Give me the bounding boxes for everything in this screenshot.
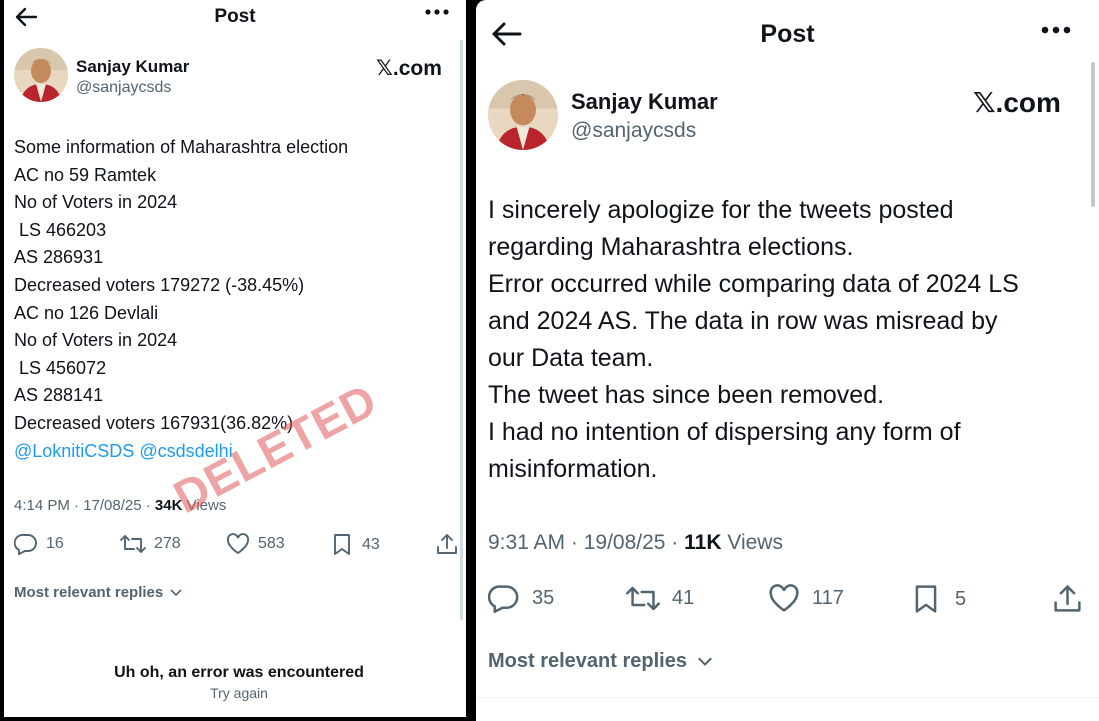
avatar[interactable] bbox=[14, 48, 68, 102]
share-icon bbox=[1054, 585, 1081, 612]
repost-button[interactable]: 278 bbox=[120, 533, 181, 555]
repost-icon bbox=[120, 535, 146, 553]
like-count: 583 bbox=[258, 535, 285, 552]
views-label: Views bbox=[721, 531, 783, 554]
author-handle[interactable]: @sanjaycsds bbox=[571, 119, 696, 143]
chevron-down-icon bbox=[697, 657, 712, 666]
repost-count: 278 bbox=[154, 535, 181, 552]
chevron-down-icon bbox=[170, 589, 182, 597]
reply-button[interactable]: 35 bbox=[488, 584, 554, 613]
share-button[interactable] bbox=[1053, 584, 1082, 618]
post-line: LS 466203 bbox=[14, 219, 107, 240]
reply-button[interactable]: 16 bbox=[14, 533, 64, 555]
views-count: 11K bbox=[684, 531, 722, 554]
brand-watermark: 𝕏.com bbox=[376, 57, 442, 80]
reply-icon bbox=[488, 585, 519, 613]
divider bbox=[476, 697, 1099, 698]
scrollbar[interactable] bbox=[1091, 62, 1095, 207]
post-line: regarding Maharashtra elections. bbox=[488, 233, 854, 261]
post-line: our Data team. bbox=[488, 344, 654, 372]
more-options-icon[interactable] bbox=[424, 8, 450, 16]
post-line: Decreased voters 179272 (-38.45%) bbox=[14, 274, 305, 295]
post-meta: 9:31 AM · 19/08/25 · 11K Views bbox=[488, 531, 783, 555]
like-button[interactable]: 117 bbox=[768, 584, 844, 613]
post-line: No of Voters in 2024 bbox=[14, 192, 178, 213]
like-button[interactable]: 583 bbox=[226, 533, 285, 555]
post-timestamp[interactable]: 9:31 AM · 19/08/25 · bbox=[488, 531, 684, 554]
bookmark-icon bbox=[334, 534, 350, 555]
deleted-post-screenshot: Post Sanjay Kumar @sanjaycsds 𝕏.com Some… bbox=[4, 0, 466, 717]
post-line: misinformation. bbox=[488, 455, 658, 483]
post-line: No of Voters in 2024 bbox=[14, 330, 178, 351]
share-icon bbox=[437, 534, 457, 554]
share-button[interactable] bbox=[436, 533, 458, 560]
avatar[interactable] bbox=[488, 80, 558, 150]
reply-count: 16 bbox=[46, 535, 64, 552]
try-again-link[interactable]: Try again bbox=[4, 685, 466, 701]
post-line: I sincerely apologize for the tweets pos… bbox=[488, 196, 954, 224]
scrollbar[interactable] bbox=[460, 40, 463, 620]
page-title: Post bbox=[760, 20, 815, 48]
like-count: 117 bbox=[812, 587, 844, 609]
more-options-icon[interactable] bbox=[1040, 25, 1072, 35]
page-title: Post bbox=[214, 6, 256, 27]
post-line: The tweet has since been removed. bbox=[488, 381, 885, 409]
post-line: AC no 59 Ramtek bbox=[14, 164, 157, 185]
post-line: I had no intention of dispersing any for… bbox=[488, 418, 961, 446]
error-message: Uh oh, an error was encountered bbox=[114, 664, 364, 681]
author-name[interactable]: Sanjay Kumar bbox=[571, 89, 718, 115]
post-line: and 2024 AS. The data in row was misread… bbox=[488, 307, 998, 335]
post-line: LS 456072 bbox=[14, 357, 107, 378]
most-relevant-replies-dropdown[interactable]: Most relevant replies bbox=[14, 584, 182, 601]
reply-icon bbox=[14, 533, 37, 555]
author-handle[interactable]: @sanjaycsds bbox=[76, 79, 171, 97]
brand-watermark: 𝕏.com bbox=[973, 87, 1061, 118]
bookmark-count: 5 bbox=[955, 587, 967, 610]
repost-icon bbox=[626, 586, 660, 611]
post-line: Some information of Maharashtra election bbox=[14, 137, 349, 157]
post-timestamp[interactable]: 4:14 PM · 17/08/25 · bbox=[14, 497, 155, 514]
bookmark-button[interactable]: 5 bbox=[913, 584, 966, 614]
relevant-label: Most relevant replies bbox=[14, 584, 164, 601]
bookmark-button[interactable]: 43 bbox=[332, 533, 380, 556]
post-text: I sincerely apologize for the tweets pos… bbox=[488, 192, 1019, 488]
apology-post-screenshot: Post Sanjay Kumar @sanjaycsds 𝕏.com I si… bbox=[476, 0, 1099, 721]
bookmark-count: 43 bbox=[362, 535, 380, 553]
author-name[interactable]: Sanjay Kumar bbox=[76, 57, 189, 77]
like-icon bbox=[769, 584, 799, 612]
relevant-label: Most relevant replies bbox=[488, 650, 687, 672]
bookmark-icon bbox=[915, 585, 937, 613]
post-line: Error occurred while comparing data of 2… bbox=[488, 270, 1019, 298]
most-relevant-replies-dropdown[interactable]: Most relevant replies bbox=[488, 650, 713, 673]
post-line: AC no 126 Devlali bbox=[14, 302, 159, 323]
repost-count: 41 bbox=[672, 587, 695, 609]
like-icon bbox=[226, 533, 250, 555]
repost-button[interactable]: 41 bbox=[626, 584, 694, 613]
post-line: AS 286931 bbox=[14, 247, 104, 268]
reply-count: 35 bbox=[532, 587, 555, 609]
